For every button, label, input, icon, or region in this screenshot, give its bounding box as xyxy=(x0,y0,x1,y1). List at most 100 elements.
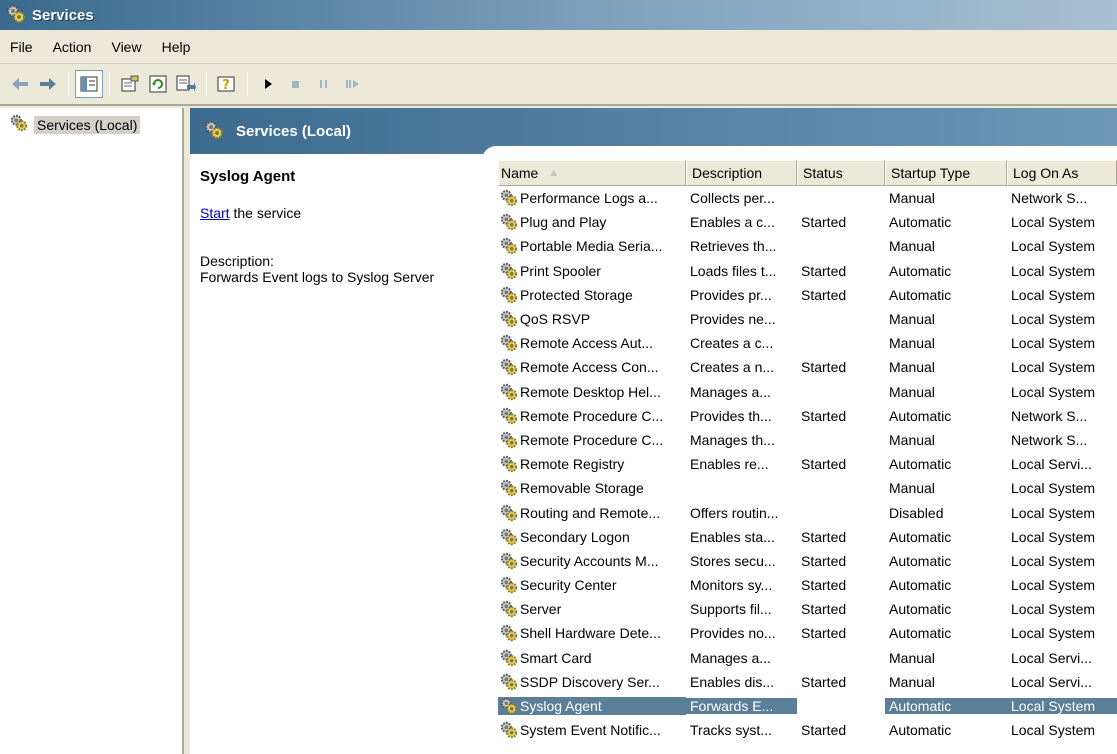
table-row[interactable]: QoS RSVP Provides ne... Manual Local System xyxy=(498,307,1117,331)
cell-startup-type: Manual xyxy=(889,190,935,207)
cell-startup-type: Automatic xyxy=(889,722,952,739)
properties-icon[interactable] xyxy=(116,70,144,98)
description-text: Forwards Event logs to Syslog Server xyxy=(200,269,435,285)
cell-name: Protected Storage xyxy=(498,286,686,304)
play-icon[interactable] xyxy=(254,70,282,98)
table-row[interactable]: Remote Desktop Hel... Manages a... Manual L… xyxy=(498,380,1117,404)
column-header-description[interactable]: Description xyxy=(686,160,797,186)
menu-help[interactable]: Help xyxy=(152,39,201,55)
table-row[interactable]: Smart Card Manages a... Manual Local Servi.… xyxy=(498,646,1117,670)
service-gears-icon xyxy=(500,334,520,352)
cell-startup-type: Manual xyxy=(889,649,935,666)
header-curve xyxy=(482,146,1117,160)
cell-description: Monitors sy... xyxy=(690,577,773,594)
table-row[interactable]: Remote Registry Enables re... Started Autom… xyxy=(498,452,1117,476)
forward-icon[interactable] xyxy=(34,70,62,98)
tree-item-services-local[interactable]: Services (Local) xyxy=(10,114,141,135)
pause-icon[interactable] xyxy=(310,70,338,98)
table-row[interactable]: Syslog Agent Forwards E... Automatic Local … xyxy=(498,694,1117,718)
table-row[interactable]: Server Supports fil... Started Automatic Loc… xyxy=(498,597,1117,621)
cell-status: Started xyxy=(801,673,847,690)
column-header-name[interactable]: Name ▲ xyxy=(498,160,686,186)
stop-icon[interactable] xyxy=(282,70,310,98)
cell-description: Manages a... xyxy=(690,649,771,666)
table-row[interactable]: Protected Storage Provides pr... Started Au… xyxy=(498,283,1117,307)
export-list-icon[interactable] xyxy=(172,70,200,98)
table-row[interactable]: Portable Media Seria... Retrieves th... Ma… xyxy=(498,234,1117,258)
cell-log-on-as: Local System xyxy=(1011,262,1096,279)
service-name: Remote Procedure C... xyxy=(520,407,664,424)
table-row[interactable]: SSDP Discovery Ser... Enables dis... Start… xyxy=(498,670,1117,694)
column-header-log-on-as[interactable]: Log On As xyxy=(1007,160,1117,186)
cell-log-on-as: Local System xyxy=(1011,625,1096,642)
cell-log-on-as: Local System xyxy=(1011,238,1096,255)
cell-description: Provides no... xyxy=(690,625,776,642)
column-header-row: Name ▲ Description Status Startup Type L… xyxy=(498,160,1117,186)
service-name: Shell Hardware Dete... xyxy=(520,625,661,642)
refresh-icon[interactable] xyxy=(144,70,172,98)
service-name: QoS RSVP xyxy=(520,311,591,328)
service-name: Security Center xyxy=(520,577,617,594)
cell-status: Started xyxy=(801,601,847,618)
cell-description: Enables re... xyxy=(690,456,769,473)
menu-action[interactable]: Action xyxy=(43,39,102,55)
cell-startup-type: Manual xyxy=(889,335,935,352)
restart-icon[interactable] xyxy=(338,70,366,98)
cell-description: Offers routin... xyxy=(690,504,779,521)
service-name: Secondary Logon xyxy=(520,528,630,545)
service-gears-icon xyxy=(500,600,520,618)
menu-view[interactable]: View xyxy=(101,39,151,55)
table-row[interactable]: Shell Hardware Dete... Provides no... Star… xyxy=(498,621,1117,645)
cell-startup-type: Manual xyxy=(889,359,935,376)
cell-log-on-as: Local System xyxy=(1011,528,1096,545)
cell-status: Started xyxy=(801,214,847,231)
cell-description: Provides ne... xyxy=(690,311,776,328)
service-gears-icon xyxy=(500,407,520,425)
table-row[interactable]: System Event Notific... Tracks syst... Sta… xyxy=(498,718,1117,742)
table-row[interactable]: Remote Access Con... Creates a n... Starte… xyxy=(498,355,1117,379)
table-row[interactable]: Security Center Monitors sy... Started Auto… xyxy=(498,573,1117,597)
cell-name: Remote Procedure C... xyxy=(498,431,686,449)
cell-description: Supports fil... xyxy=(690,601,772,618)
show-hide-tree-icon[interactable] xyxy=(75,70,103,98)
column-header-startup-type[interactable]: Startup Type xyxy=(885,160,1007,186)
table-row[interactable]: Secondary Logon Enables sta... Started Auto… xyxy=(498,525,1117,549)
svg-text:?: ? xyxy=(222,78,230,93)
cell-name: Syslog Agent xyxy=(498,697,686,716)
table-row[interactable]: Remote Procedure C... Provides th... Start… xyxy=(498,404,1117,428)
cell-log-on-as: Network S... xyxy=(1011,431,1088,448)
menu-file[interactable]: File xyxy=(0,39,43,55)
console-tree: Services (Local) xyxy=(0,108,184,754)
cell-description: Enables a c... xyxy=(690,214,775,231)
cell-startup-type: Automatic xyxy=(889,528,952,545)
cell-status: Started xyxy=(801,262,847,279)
table-row[interactable]: Routing and Remote... Offers routin... Dis… xyxy=(498,500,1117,524)
cell-description: Manages th... xyxy=(690,431,775,448)
service-gears-icon xyxy=(500,552,520,570)
service-name: Smart Card xyxy=(520,649,592,666)
cell-status: Started xyxy=(801,359,847,376)
cell-description: Stores secu... xyxy=(690,552,776,569)
table-row[interactable]: Remote Access Aut... Creates a c... Manual… xyxy=(498,331,1117,355)
table-row[interactable]: Print Spooler Loads files t... Started Auto… xyxy=(498,259,1117,283)
cell-name: System Event Notific... xyxy=(498,721,686,739)
cell-startup-type: Automatic xyxy=(889,262,952,279)
table-row[interactable]: Security Accounts M... Stores secu... Star… xyxy=(498,549,1117,573)
cell-log-on-as: Local Servi... xyxy=(1011,649,1092,666)
column-header-status[interactable]: Status xyxy=(797,160,885,186)
table-row[interactable]: Removable Storage Manual Local System xyxy=(498,476,1117,500)
service-name: Remote Access Aut... xyxy=(520,335,654,352)
table-row[interactable]: Plug and Play Enables a c... Started Automa… xyxy=(498,210,1117,234)
table-row[interactable]: Remote Procedure C... Manages th... Manual… xyxy=(498,428,1117,452)
cell-name: Remote Desktop Hel... xyxy=(498,383,686,401)
cell-name: Print Spooler xyxy=(498,262,686,280)
cell-name: Security Center xyxy=(498,576,686,594)
cell-description: Provides pr... xyxy=(690,286,772,303)
service-gears-icon xyxy=(500,624,520,642)
help-icon[interactable]: ? xyxy=(213,70,241,98)
cell-status: Started xyxy=(801,456,847,473)
table-row[interactable]: Performance Logs a... Collects per... Manu… xyxy=(498,186,1117,210)
cell-description: Tracks syst... xyxy=(690,722,772,739)
back-icon[interactable] xyxy=(6,70,34,98)
start-service-link[interactable]: Start xyxy=(200,205,230,221)
